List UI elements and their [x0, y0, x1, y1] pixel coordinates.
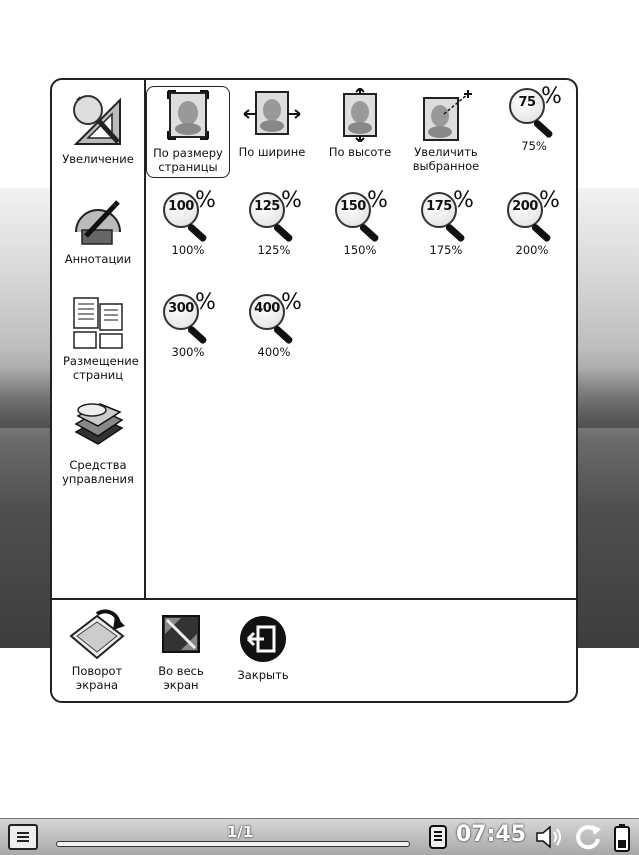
sidebar-item-label: Аннотации	[64, 252, 132, 266]
exit-icon	[240, 616, 286, 662]
zoom-125-button[interactable]: 125% 125%	[232, 190, 316, 257]
clock: 07:45	[456, 822, 527, 847]
status-bar: 1/1 07:45	[0, 818, 639, 855]
magnifier-icon: 300%	[161, 292, 216, 345]
zoom-300-button[interactable]: 300% 300%	[146, 292, 230, 359]
zoom-150-button[interactable]: 150% 150%	[318, 190, 402, 257]
fit-width-icon	[243, 91, 301, 135]
fit-width-button[interactable]: По ширине	[230, 88, 314, 159]
zoom-75-button[interactable]: 75% 75%	[492, 86, 576, 153]
dialog-sidebar: Увеличение Аннотации Размещение страниц …	[52, 80, 146, 598]
sidebar-item-page-layout[interactable]: Размещение страниц	[52, 294, 144, 382]
zoom-175-button[interactable]: 175% 175%	[404, 190, 488, 257]
pen-annotation-icon	[75, 200, 121, 245]
magnifier-icon: 150%	[333, 190, 388, 243]
fit-height-button[interactable]: По высоте	[318, 88, 402, 159]
magnifier-icon: 100%	[161, 190, 216, 243]
magnifier-icon: 400%	[247, 292, 302, 345]
zoom-selection-button[interactable]: Увеличить выбранное	[404, 88, 488, 173]
reading-progress-bar[interactable]	[56, 841, 410, 847]
zoom-100-button[interactable]: 100% 100%	[146, 190, 230, 257]
page-number: 1/1	[226, 823, 254, 841]
zoom-dialog: Увеличение Аннотации Размещение страниц …	[50, 78, 578, 703]
magnifier-icon: 200%	[505, 190, 560, 243]
fullscreen-icon	[162, 615, 200, 653]
memory-card-icon[interactable]	[426, 823, 450, 851]
sidebar-item-label: Средства управления	[62, 458, 134, 486]
sidebar-item-label: Увеличение	[62, 152, 134, 166]
sidebar-item-annotations[interactable]: Аннотации	[52, 192, 144, 266]
magnifier-icon: 125%	[247, 190, 302, 243]
refresh-icon[interactable]	[574, 823, 602, 851]
zoom-200-button[interactable]: 200% 200%	[490, 190, 574, 257]
zoom-selection-icon	[423, 90, 472, 141]
divider	[52, 598, 576, 600]
fit-page-icon	[167, 90, 209, 140]
fit-page-button[interactable]: По размеру страницы	[146, 86, 230, 178]
sidebar-item-zoom[interactable]: Увеличение	[52, 92, 144, 166]
volume-icon[interactable]	[534, 823, 564, 851]
fullscreen-button[interactable]: Во весь экран	[146, 606, 216, 692]
close-button[interactable]: Закрыть	[228, 614, 298, 682]
rotate-screen-button[interactable]: Поворот экрана	[62, 606, 132, 692]
zoom-400-button[interactable]: 400% 400%	[232, 292, 316, 359]
page-layout-icon	[73, 297, 123, 349]
magnifier-icon: 75%	[507, 86, 562, 139]
rotate-screen-icon	[69, 609, 125, 660]
battery-icon	[614, 824, 630, 852]
fit-height-icon	[343, 88, 377, 142]
magnify-ruler-icon	[73, 95, 121, 145]
sidebar-item-tools[interactable]: Средства управления	[52, 398, 144, 486]
tools-books-icon	[74, 403, 124, 445]
sidebar-item-label: Размещение страниц	[63, 354, 139, 382]
menu-icon[interactable]	[8, 824, 38, 850]
magnifier-icon: 175%	[419, 190, 474, 243]
